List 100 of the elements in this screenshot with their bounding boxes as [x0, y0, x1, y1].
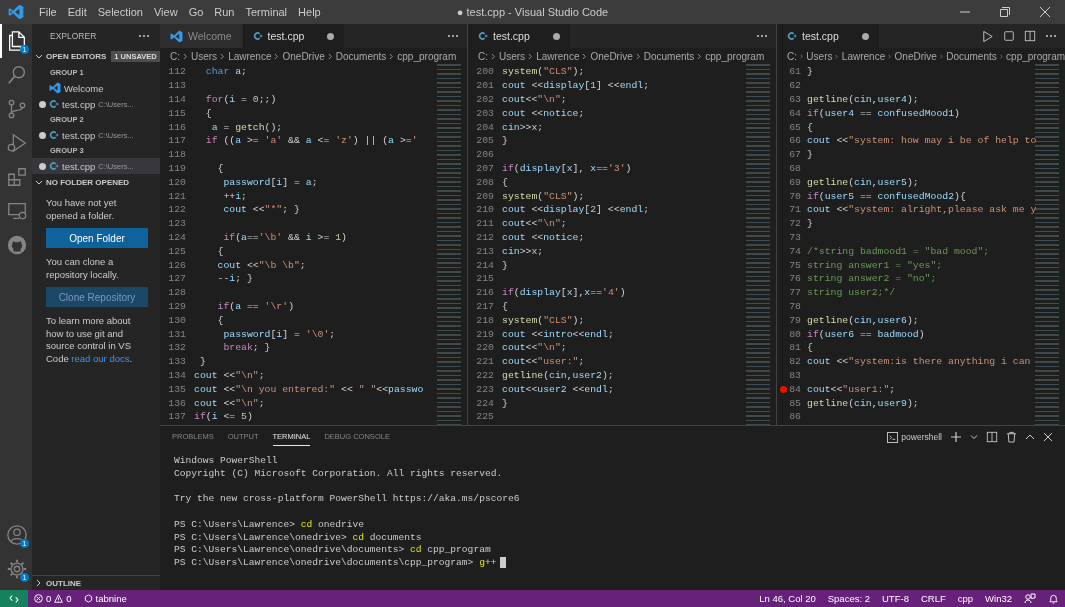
vscode-logo-icon[interactable]	[8, 4, 24, 20]
more-icon[interactable]	[447, 34, 459, 38]
menu-item[interactable]: Terminal	[240, 4, 293, 20]
editor-tab[interactable]: test.cpp	[777, 24, 880, 48]
code-line: {	[807, 342, 813, 354]
status-item[interactable]: tabnine	[95, 593, 127, 604]
menu-item[interactable]: Help	[293, 4, 326, 20]
menu-item[interactable]: File	[34, 4, 62, 20]
breadcrumb[interactable]: Documents	[946, 50, 997, 62]
line-number: 212	[476, 231, 494, 243]
breadcrumb[interactable]: Lawrence	[536, 50, 580, 62]
more-icon[interactable]	[138, 34, 150, 38]
breadcrumb[interactable]: cpp_program	[397, 50, 457, 62]
account-icon[interactable]	[6, 524, 28, 546]
bell-icon[interactable]	[1048, 592, 1059, 605]
status-item[interactable]: UTF-8	[876, 593, 915, 604]
breadcrumb[interactable]: Users	[191, 50, 218, 62]
remote-icon[interactable]	[9, 593, 19, 604]
run-icon[interactable]	[981, 29, 994, 43]
breadcrumb[interactable]: Users	[499, 50, 526, 62]
unsaved-dot-icon[interactable]	[552, 32, 560, 40]
breadcrumb[interactable]: OneDrive	[894, 50, 937, 62]
chevron-down-icon[interactable]	[970, 433, 978, 441]
line-number: 84	[789, 383, 801, 395]
feedback-icon[interactable]	[1024, 592, 1036, 605]
breadcrumb[interactable]: OneDrive	[590, 50, 633, 62]
line-number: 75	[789, 259, 801, 271]
terminal-icon[interactable]	[887, 431, 899, 443]
split-editor-icon[interactable]	[1024, 30, 1036, 42]
terminal-line: PS C:\Users\Lawrence> cd onedrive	[174, 518, 364, 530]
breadcrumb[interactable]: Lawrence	[228, 50, 272, 62]
line-number: 121	[168, 190, 186, 202]
line-number: 70	[789, 190, 801, 202]
breadcrumb[interactable]: Documents	[643, 50, 695, 62]
breadcrumb[interactable]: Documents	[335, 50, 387, 62]
close-icon[interactable]	[1043, 432, 1053, 442]
search-icon[interactable]	[6, 64, 28, 86]
monitor-icon[interactable]	[6, 200, 28, 222]
code-line: system("CLS");	[502, 314, 585, 326]
more-icon[interactable]	[1045, 34, 1057, 38]
status-item[interactable]: Ln 46, Col 20	[753, 593, 822, 604]
status-item[interactable]: cpp	[951, 593, 980, 604]
restore-icon[interactable]	[1000, 7, 1010, 17]
source-control-icon[interactable]	[6, 98, 28, 120]
settings-icon[interactable]	[6, 558, 28, 580]
code-line: {	[502, 300, 508, 312]
error-icon[interactable]	[34, 594, 43, 603]
menu-item[interactable]: Selection	[92, 4, 148, 20]
close-icon[interactable]	[1040, 7, 1050, 17]
breakpoint-icon[interactable]	[780, 385, 787, 393]
line-number: 129	[168, 300, 186, 312]
code-line: string user2;*/	[807, 287, 896, 299]
menu-item[interactable]: View	[148, 4, 183, 20]
line-number: 209	[476, 190, 494, 202]
terminal-selector[interactable]: powershell	[901, 432, 942, 442]
line-number: 210	[476, 204, 494, 216]
hexagon-icon[interactable]	[83, 594, 93, 603]
breadcrumb[interactable]: C:	[170, 50, 180, 62]
menu-item[interactable]: Edit	[62, 4, 92, 20]
split-terminal-icon[interactable]	[986, 431, 998, 443]
unsaved-dot-icon[interactable]	[327, 32, 335, 40]
line-number: 62	[789, 80, 801, 92]
code-line: getline(cin,user6);	[807, 314, 919, 326]
menu-item[interactable]: Run	[209, 4, 240, 20]
add-terminal-icon[interactable]	[950, 431, 962, 443]
trash-icon[interactable]	[1006, 431, 1017, 443]
code-line: for(i = 0;;)	[204, 94, 277, 105]
code-line: if(user6 == badmood)	[807, 328, 925, 340]
terminal-line: PS C:\Users\Lawrence\onedrive\documents\cpp_program> g++	[174, 557, 497, 569]
open-folder-button[interactable]: Open Folder	[46, 228, 148, 248]
status-item[interactable]: Win32	[979, 593, 1018, 604]
editor-tab[interactable]: test.cpp	[468, 24, 571, 48]
run-debug-icon[interactable]	[6, 132, 28, 154]
menu-item[interactable]: Go	[183, 4, 209, 20]
maximize-panel-icon[interactable]	[1025, 433, 1035, 441]
code-line: if(i <= 5)	[194, 411, 253, 423]
breadcrumb[interactable]: cpp_program	[705, 50, 765, 62]
warning-count[interactable]: 0	[66, 593, 72, 604]
error-count[interactable]: 0	[46, 593, 52, 604]
breadcrumb[interactable]: Users	[806, 50, 833, 62]
editor-tab[interactable]: Welcome	[160, 24, 243, 48]
open-editor-item[interactable]: Welcome	[32, 80, 160, 96]
line-number: 77	[789, 287, 801, 299]
status-item[interactable]: CRLF	[914, 593, 952, 604]
more-icon[interactable]	[756, 34, 768, 38]
chevron-icon	[835, 52, 839, 60]
unsaved-dot-icon[interactable]	[861, 32, 869, 40]
editor-tab[interactable]: test.cpp	[242, 24, 346, 48]
square-icon[interactable]	[1003, 30, 1015, 42]
files-icon[interactable]	[6, 30, 28, 52]
breadcrumb[interactable]: cpp_program	[1006, 50, 1065, 62]
warning-icon[interactable]	[54, 594, 64, 603]
status-item[interactable]: Spaces: 2	[821, 593, 876, 604]
extensions-icon[interactable]	[6, 166, 28, 188]
breadcrumb[interactable]: C:	[787, 50, 797, 62]
breadcrumb[interactable]: OneDrive	[282, 50, 325, 62]
breadcrumb[interactable]: C:	[478, 50, 488, 62]
github-icon[interactable]	[6, 234, 28, 256]
section-header[interactable]: NO FOLDER OPENED	[32, 174, 160, 191]
breadcrumb[interactable]: Lawrence	[841, 50, 886, 62]
